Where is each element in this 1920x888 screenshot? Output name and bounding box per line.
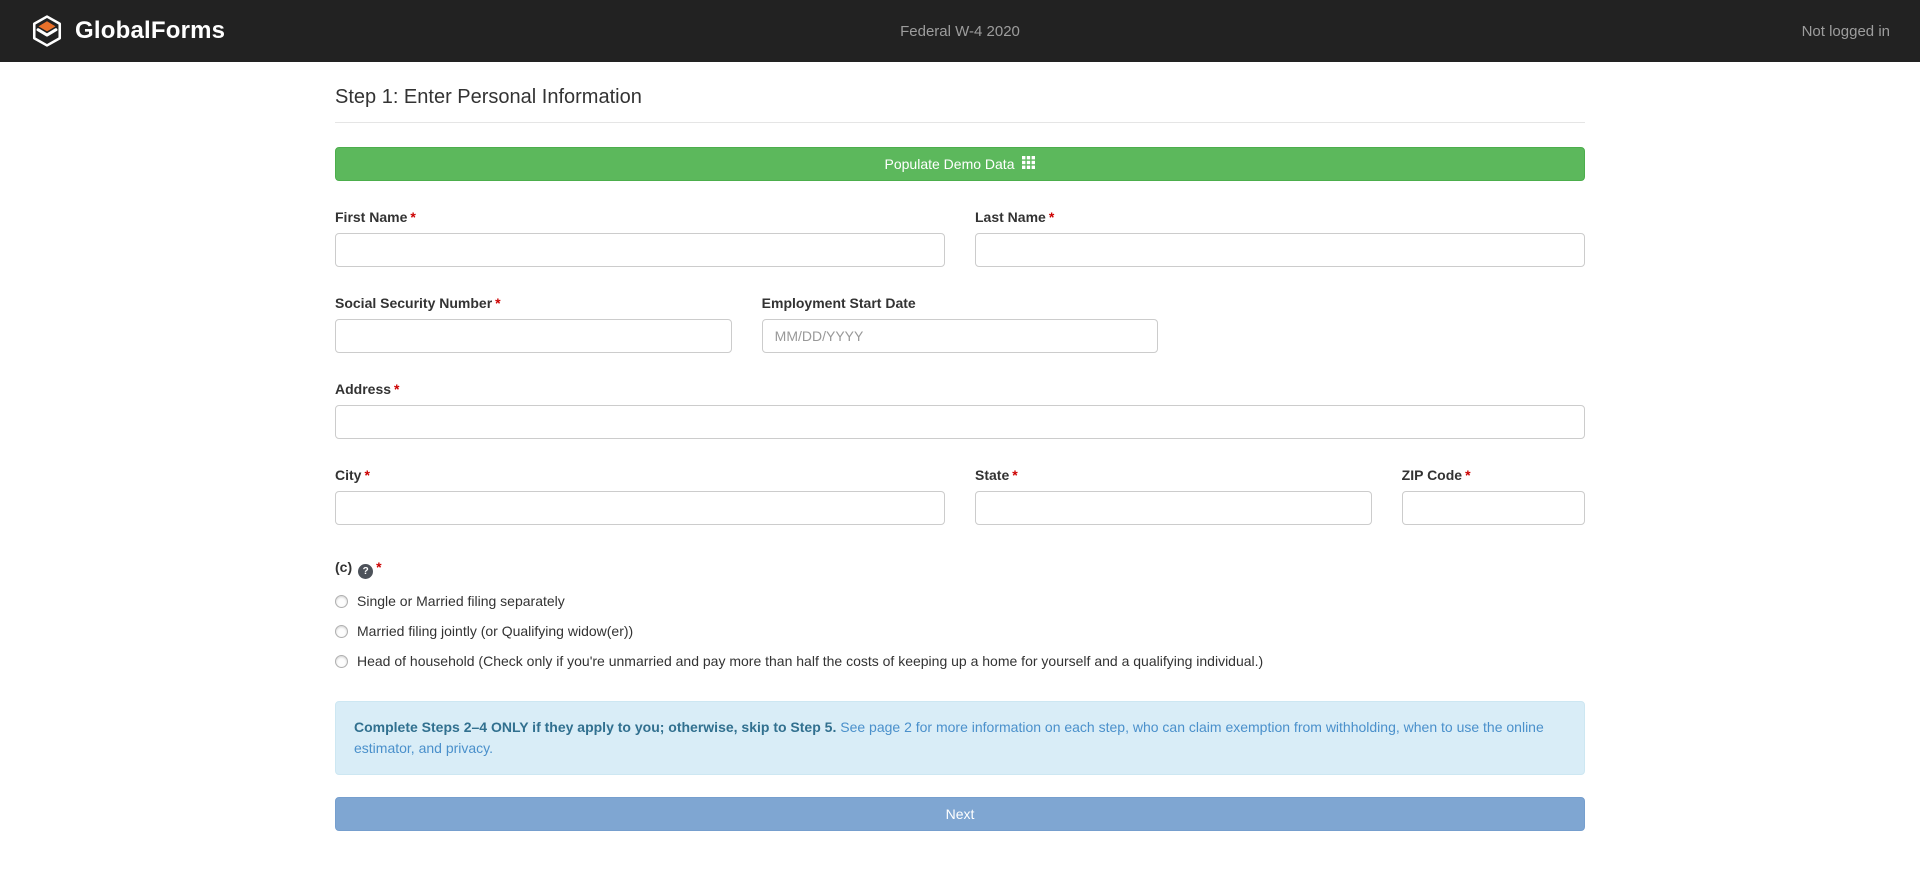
radio-unchecked-icon[interactable]: [335, 625, 348, 638]
navbar: GlobalForms Federal W-4 2020 Not logged …: [0, 0, 1920, 62]
filing-status-option-married-jointly[interactable]: Married filing jointly (or Qualifying wi…: [335, 623, 1585, 639]
filing-status-option-head-of-household[interactable]: Head of household (Check only if you're …: [335, 653, 1585, 669]
ssn-input[interactable]: [335, 319, 732, 353]
next-button-label: Next: [946, 806, 975, 822]
state-group: State*: [975, 467, 1372, 525]
populate-demo-label: Populate Demo Data: [885, 156, 1015, 172]
state-label: State*: [975, 467, 1372, 483]
form-row-city-state-zip: City* State* ZIP Code*: [335, 467, 1585, 525]
required-marker: *: [1465, 467, 1470, 483]
steps-info-alert: Complete Steps 2–4 ONLY if they apply to…: [335, 701, 1585, 775]
zip-input[interactable]: [1402, 491, 1585, 525]
required-marker: *: [376, 559, 381, 575]
first-name-input[interactable]: [335, 233, 945, 267]
page-title: Step 1: Enter Personal Information: [335, 86, 1585, 123]
required-marker: *: [1012, 467, 1017, 483]
last-name-input[interactable]: [975, 233, 1585, 267]
radio-unchecked-icon[interactable]: [335, 655, 348, 668]
radio-option-label: Head of household (Check only if you're …: [357, 653, 1263, 669]
required-marker: *: [410, 209, 415, 225]
question-circle-icon[interactable]: ?: [358, 564, 373, 579]
city-group: City*: [335, 467, 945, 525]
form-row-ssn-date: Social Security Number* Employment Start…: [335, 295, 1585, 353]
address-label: Address*: [335, 381, 1585, 397]
state-input[interactable]: [975, 491, 1372, 525]
form-row-name: First Name* Last Name*: [335, 209, 1585, 267]
zip-group: ZIP Code*: [1402, 467, 1585, 525]
required-marker: *: [495, 295, 500, 311]
form-row-address: Address*: [335, 381, 1585, 439]
first-name-label: First Name*: [335, 209, 945, 225]
globalforms-logo-icon: [30, 14, 64, 48]
next-button[interactable]: Next: [335, 797, 1585, 831]
filing-status-label: (c)?*: [335, 559, 1585, 579]
address-input[interactable]: [335, 405, 1585, 439]
brand-name: GlobalForms: [75, 17, 225, 45]
brand[interactable]: GlobalForms: [30, 14, 225, 48]
ssn-group: Social Security Number*: [335, 295, 732, 353]
city-label: City*: [335, 467, 945, 483]
employment-start-date-input[interactable]: [762, 319, 1159, 353]
required-marker: *: [364, 467, 369, 483]
grid-icon: [1022, 156, 1035, 172]
city-input[interactable]: [335, 491, 945, 525]
radio-unchecked-icon[interactable]: [335, 595, 348, 608]
alert-bold-text: Complete Steps 2–4 ONLY if they apply to…: [354, 719, 836, 735]
main-content: Step 1: Enter Personal Information Popul…: [335, 62, 1585, 831]
employment-start-date-group: Employment Start Date: [762, 295, 1159, 353]
zip-label: ZIP Code*: [1402, 467, 1585, 483]
required-marker: *: [1049, 209, 1054, 225]
last-name-label: Last Name*: [975, 209, 1585, 225]
first-name-group: First Name*: [335, 209, 945, 267]
populate-demo-data-button[interactable]: Populate Demo Data: [335, 147, 1585, 181]
employment-start-date-label: Employment Start Date: [762, 295, 1159, 311]
last-name-group: Last Name*: [975, 209, 1585, 267]
filing-status-option-single[interactable]: Single or Married filing separately: [335, 593, 1585, 609]
address-group: Address*: [335, 381, 1585, 439]
radio-option-label: Single or Married filing separately: [357, 593, 565, 609]
ssn-label: Social Security Number*: [335, 295, 732, 311]
form-title: Federal W-4 2020: [900, 23, 1020, 40]
radio-option-label: Married filing jointly (or Qualifying wi…: [357, 623, 633, 639]
login-status: Not logged in: [1802, 23, 1890, 40]
required-marker: *: [394, 381, 399, 397]
filing-status-group: (c)?* Single or Married filing separatel…: [335, 559, 1585, 669]
